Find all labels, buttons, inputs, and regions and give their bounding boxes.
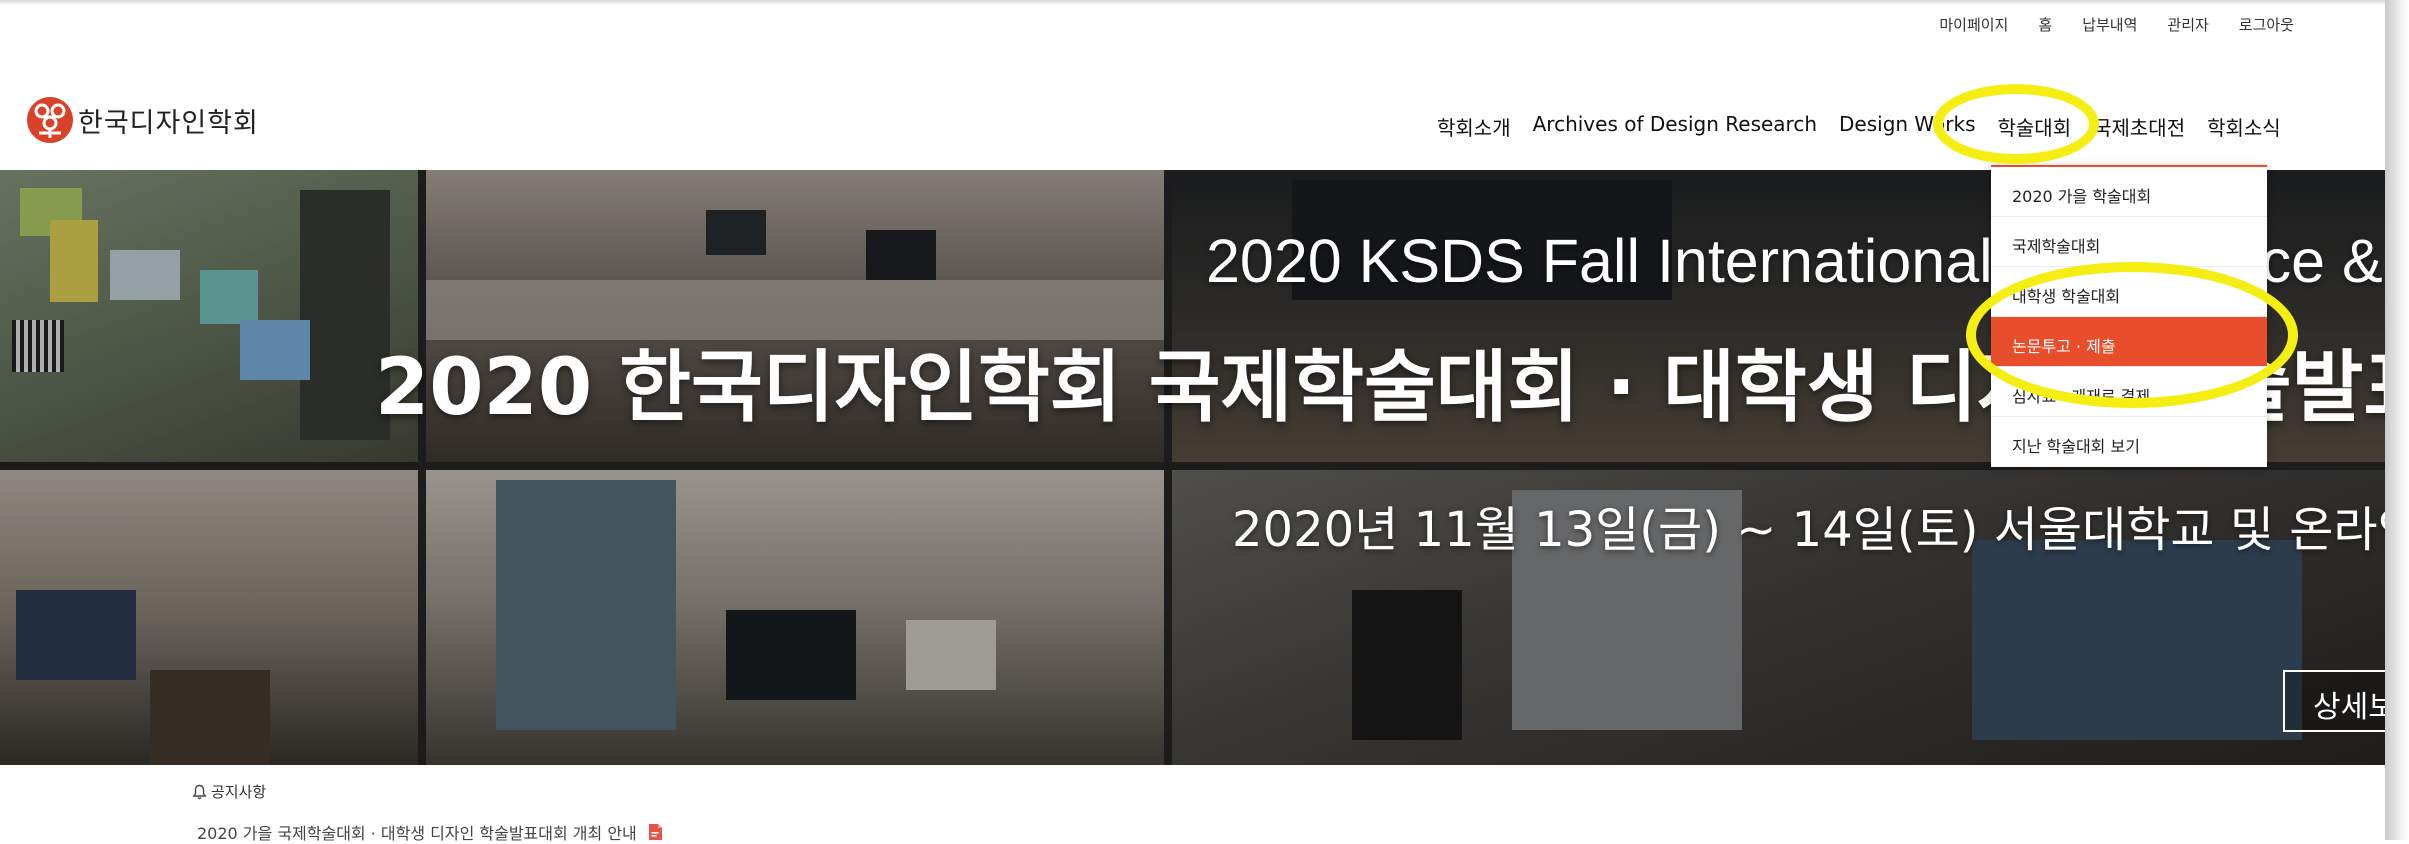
main-nav: 학회소개 Archives of Design Research Design …: [1437, 112, 2281, 141]
photo-participants-room: [426, 470, 1164, 765]
logo-text: 한국디자인학회: [78, 107, 259, 139]
utility-bar: 마이페이지 홈 납부내역 관리자 로그아웃: [1939, 14, 2294, 35]
notice-item[interactable]: 2020 가을 국제학술대회 · 대학생 디자인 학술발표대회 개최 안내: [197, 820, 663, 844]
dropdown-item-international-conference[interactable]: 국제학술대회: [1991, 217, 2267, 267]
nav-archives[interactable]: Archives of Design Research: [1533, 112, 1817, 141]
photo-poster-room: [0, 470, 418, 765]
util-payments-link[interactable]: 납부내역: [2082, 14, 2137, 35]
highlight-circle-submission: [1966, 262, 2298, 408]
page-shadow-top: [0, 0, 2385, 5]
nav-international-exhibition[interactable]: 국제초대전: [2093, 112, 2185, 141]
util-admin-link[interactable]: 관리자: [2167, 14, 2208, 35]
dropdown-item-fall-conference[interactable]: 2020 가을 학술대회: [1991, 167, 2267, 217]
ksds-logo-icon: [27, 97, 73, 143]
nav-about[interactable]: 학회소개: [1437, 112, 1511, 141]
dropdown-item-past-conferences[interactable]: 지난 학술대회 보기: [1991, 417, 2267, 467]
pdf-icon[interactable]: [647, 823, 663, 841]
page-shadow-right: [2385, 0, 2409, 840]
detail-view-button[interactable]: 상세보기: [2283, 670, 2385, 732]
site-logo[interactable]: 한국디자인학회: [26, 96, 259, 144]
util-mypage-link[interactable]: 마이페이지: [1939, 14, 2008, 35]
nav-news[interactable]: 학회소식: [2207, 112, 2281, 141]
util-home-link[interactable]: 홈: [2038, 14, 2052, 35]
highlight-circle-nav: [1933, 84, 2099, 164]
util-logout-link[interactable]: 로그아웃: [2239, 14, 2294, 35]
bell-icon: [192, 784, 207, 799]
photo-postit-wall: [0, 170, 418, 462]
notice-heading: 공지사항: [192, 781, 266, 802]
notice-heading-text: 공지사항: [211, 783, 267, 801]
notice-item-text[interactable]: 2020 가을 국제학술대회 · 대학생 디자인 학술발표대회 개최 안내: [197, 820, 637, 844]
hero-date: 2020년 11월 13일(금) ~ 14일(토) 서울대학교 및 온라인 동시: [1232, 502, 2385, 558]
